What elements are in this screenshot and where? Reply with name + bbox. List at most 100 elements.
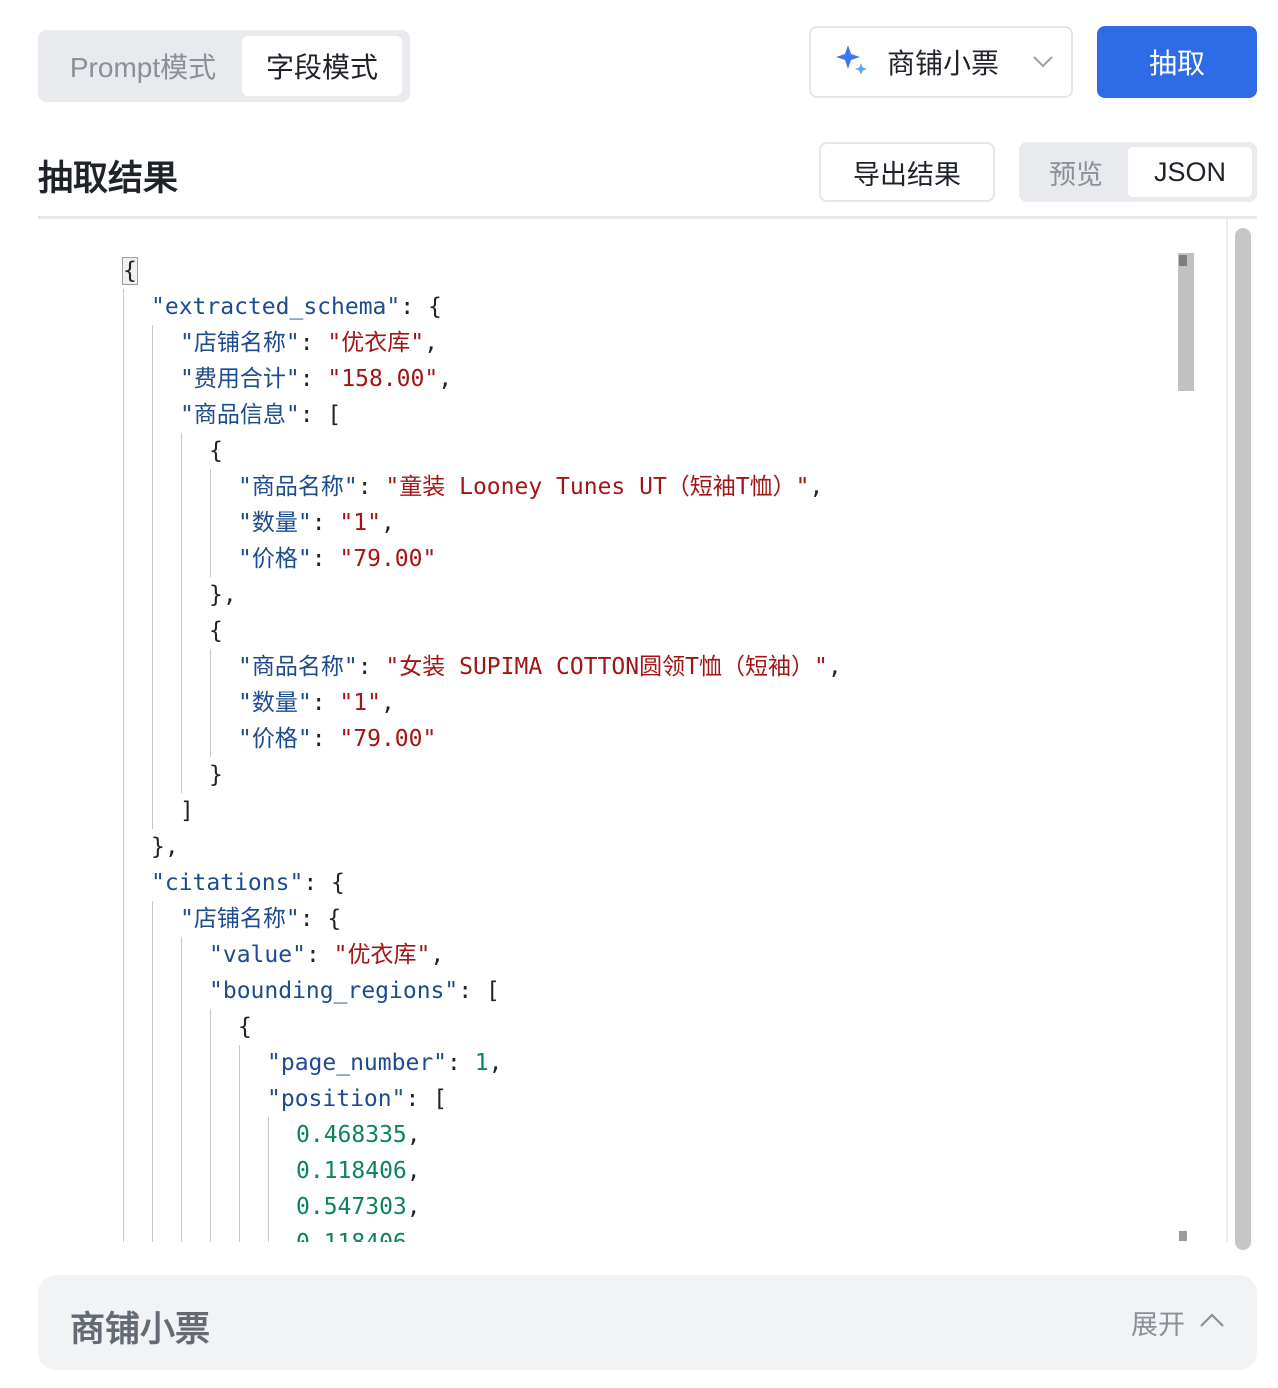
json-punct: : {: [400, 294, 442, 320]
json-line: 0.547303,: [296, 1189, 421, 1225]
document-type-label: 商铺小票: [887, 48, 1000, 79]
expand-button[interactable]: 展开: [1131, 1303, 1225, 1342]
json-key: "店铺名称": [180, 906, 300, 932]
json-string: "女装 SUPIMA COTTON圆领T恤（短袖）": [385, 654, 828, 680]
json-number: 1: [474, 1050, 489, 1076]
sparkle-icon: [835, 43, 869, 82]
mode-switch: Prompt模式 字段模式: [38, 30, 410, 102]
indent-guide: [210, 1009, 211, 1242]
inner-scrollbar[interactable]: [1178, 253, 1194, 391]
indent-guide: [268, 1117, 269, 1242]
indent-guide: [123, 289, 124, 1242]
bottom-panel: 商铺小票 展开: [38, 1275, 1257, 1370]
json-line: {: [209, 433, 223, 469]
tab-json[interactable]: JSON: [1128, 147, 1252, 197]
json-line: "价格": "79.00": [238, 541, 436, 577]
json-string: "1": [339, 690, 381, 716]
tab-field-mode[interactable]: 字段模式: [242, 36, 402, 96]
json-line: 0.468335,: [296, 1117, 421, 1153]
json-line: "店铺名称": "优衣库",: [180, 325, 438, 361]
json-punct: : {: [303, 870, 345, 896]
json-number: 0.547303: [296, 1194, 407, 1220]
chevron-down-icon: [1015, 55, 1071, 69]
json-punct: },: [151, 834, 179, 860]
json-line: 0.118406,: [296, 1153, 421, 1189]
json-punct: :: [311, 690, 340, 716]
json-punct: ,: [380, 690, 395, 716]
json-punct: :: [305, 942, 334, 968]
json-string: "优衣库": [333, 942, 431, 968]
json-string: "79.00": [339, 726, 437, 752]
indent-guide: [239, 1045, 240, 1242]
json-punct: ,: [430, 942, 445, 968]
json-key: "extracted_schema": [151, 294, 401, 320]
json-punct: :: [357, 474, 386, 500]
json-punct: :: [299, 330, 328, 356]
json-key: "bounding_regions": [209, 978, 459, 1004]
json-line: "value": "优衣库",: [209, 937, 444, 973]
indent-guide: [210, 469, 211, 577]
indent-guide: [210, 649, 211, 757]
json-punct: }: [209, 762, 223, 788]
tab-prompt-mode[interactable]: Prompt模式: [44, 36, 242, 96]
json-punct: : [: [458, 978, 500, 1004]
indent-guide: [181, 937, 182, 1242]
extract-button[interactable]: 抽取: [1097, 26, 1257, 98]
document-type-select[interactable]: 商铺小票: [809, 26, 1073, 98]
export-result-button[interactable]: 导出结果: [819, 142, 995, 202]
json-key: "商品名称": [238, 474, 358, 500]
json-key: "position": [267, 1086, 406, 1112]
json-punct: ,: [406, 1122, 421, 1148]
json-punct: : [: [405, 1086, 448, 1112]
json-punct: ,: [406, 1158, 421, 1184]
json-line: "价格": "79.00": [238, 721, 436, 757]
json-punct: {: [122, 257, 138, 285]
json-line: "商品信息": [: [180, 397, 341, 433]
json-punct: },: [209, 582, 237, 608]
json-punct: ,: [488, 1050, 503, 1076]
json-punct: ,: [424, 330, 438, 356]
json-key: "店铺名称": [180, 330, 300, 356]
json-line: {: [122, 253, 138, 289]
json-key: "价格": [238, 726, 312, 752]
json-line: "商品名称": "童装 Looney Tunes UT（短袖T恤）",: [238, 469, 823, 505]
result-title: 抽取结果: [38, 159, 179, 198]
bottom-panel-title: 商铺小票: [70, 1310, 211, 1349]
json-line: }: [209, 757, 223, 793]
json-string: "优衣库": [327, 330, 425, 356]
json-line: "position": [: [267, 1081, 447, 1117]
indent-guide: [152, 325, 153, 829]
json-line: {: [238, 1009, 252, 1045]
view-switch: 预览 JSON: [1019, 142, 1257, 202]
json-number: 0.118406: [296, 1158, 407, 1184]
json-punct: {: [209, 438, 223, 464]
tab-preview[interactable]: 预览: [1024, 147, 1128, 197]
json-line: },: [209, 577, 237, 613]
json-line: "citations": {: [151, 865, 345, 901]
json-key: "数量": [238, 690, 312, 716]
json-line: "bounding_regions": [: [209, 973, 500, 1009]
json-key: "value": [209, 942, 306, 968]
json-line: {: [209, 613, 223, 649]
json-line: "商品名称": "女装 SUPIMA COTTON圆领T恤（短袖）",: [238, 649, 842, 685]
json-key: "商品信息": [180, 402, 300, 428]
json-punct: :: [447, 1050, 475, 1076]
json-string: "1": [339, 510, 381, 536]
json-key: "商品名称": [238, 654, 358, 680]
indent-guide: [152, 901, 153, 1242]
json-viewer[interactable]: {"extracted_schema": {"店铺名称": "优衣库", "费用合…: [38, 219, 1228, 1242]
indent-guide: [181, 433, 182, 793]
json-line: "extracted_schema": {: [151, 289, 442, 325]
chevron-up-icon: [1199, 1312, 1225, 1333]
json-key: "citations": [151, 870, 304, 896]
json-punct: ,: [438, 366, 453, 392]
json-punct: : {: [299, 906, 342, 932]
json-punct: ,: [827, 654, 842, 680]
json-punct: ]: [180, 798, 194, 824]
json-punct: : [: [299, 402, 342, 428]
json-line: ]: [180, 793, 194, 829]
json-number: 0.468335: [296, 1122, 407, 1148]
outer-scrollbar[interactable]: [1235, 228, 1251, 1250]
json-punct: :: [299, 366, 328, 392]
json-key: "费用合计": [180, 366, 300, 392]
